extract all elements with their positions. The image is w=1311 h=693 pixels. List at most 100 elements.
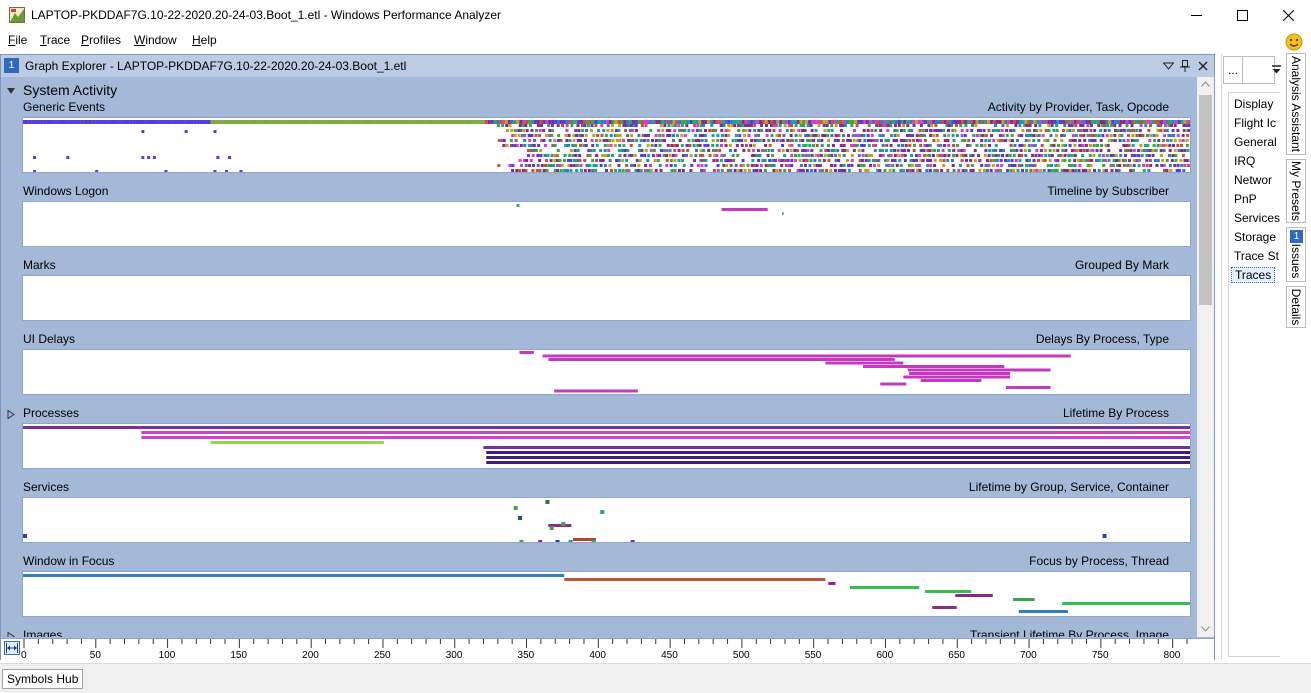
menu-help[interactable]: Help <box>192 33 217 47</box>
generic-event-mark <box>564 134 568 137</box>
more-options-button[interactable]: ... <box>1223 56 1243 84</box>
tab-details[interactable]: Details <box>1286 286 1306 328</box>
graph-preset-windows-logon[interactable]: Timeline by Subscriber <box>1047 184 1169 198</box>
generic-event-mark <box>599 149 603 152</box>
preset-item[interactable]: General <box>1234 135 1277 149</box>
generic-event-mark <box>883 120 887 124</box>
generic-event-mark <box>862 129 866 132</box>
graph-preset-window-in-focus[interactable]: Focus by Process, Thread <box>1029 554 1169 568</box>
generic-event-mark <box>1014 159 1018 162</box>
preset-item[interactable]: IRQ <box>1234 154 1255 168</box>
generic-event-mark <box>1109 134 1113 137</box>
minimize-button[interactable] <box>1173 0 1219 30</box>
preset-item-selected[interactable]: Traces <box>1231 267 1276 283</box>
graph-preset-processes[interactable]: Lifetime By Process <box>1063 406 1169 420</box>
generic-event-mark <box>960 134 964 137</box>
pin-button[interactable] <box>1178 59 1192 73</box>
generic-event-mark <box>606 129 610 132</box>
generic-event-mark <box>607 154 611 157</box>
graph-preset-images[interactable]: Transient Lifetime By Process, Image <box>970 628 1169 637</box>
close-button[interactable] <box>1265 0 1311 30</box>
generic-event-mark <box>830 129 834 132</box>
graph-preset-services[interactable]: Lifetime by Group, Service, Container <box>969 480 1169 494</box>
generic-event-mark <box>756 120 760 124</box>
generic-event-mark <box>724 164 728 167</box>
system-activity-header[interactable]: System Activity <box>1 82 1197 100</box>
scroll-down-icon[interactable] <box>1201 626 1210 632</box>
preset-item[interactable]: Storage <box>1234 230 1276 244</box>
panel-dropdown-button[interactable] <box>1161 59 1175 73</box>
tab-issues[interactable]: 1 Issues <box>1286 227 1306 282</box>
zoom-to-fit-button[interactable] <box>4 641 20 655</box>
generic-event-mark <box>277 120 281 124</box>
scrollbar-thumb[interactable] <box>1199 95 1212 305</box>
generic-event-mark <box>783 169 787 172</box>
generic-event-mark <box>540 124 544 127</box>
graph-windows-logon[interactable] <box>22 201 1191 247</box>
graph-title-images[interactable]: Images <box>23 628 62 637</box>
preset-item[interactable]: Display <box>1234 97 1273 111</box>
graph-title-ui-delays[interactable]: UI Delays <box>23 332 75 346</box>
preset-item[interactable]: Trace St <box>1234 249 1279 263</box>
graph-title-marks[interactable]: Marks <box>23 258 56 272</box>
graph-window-in-focus[interactable] <box>22 571 1191 617</box>
graph-preset-marks[interactable]: Grouped By Mark <box>1075 258 1169 272</box>
graph-preset-generic-events[interactable]: Activity by Provider, Task, Opcode <box>988 100 1169 114</box>
generic-event-mark <box>914 154 918 157</box>
generic-event-mark <box>744 129 748 132</box>
graph-explorer-scrollbar[interactable] <box>1197 77 1214 637</box>
menu-window[interactable]: Window <box>134 33 177 47</box>
panel-menu-icon[interactable] <box>1272 65 1281 74</box>
generic-event-mark <box>663 139 667 142</box>
generic-event-mark <box>758 154 762 157</box>
graph-services[interactable] <box>22 497 1191 543</box>
generic-event-mark <box>857 149 861 152</box>
generic-event-mark <box>352 120 356 124</box>
generic-event-mark <box>1107 139 1111 142</box>
tab-my-presets[interactable]: My Presets <box>1286 159 1306 223</box>
preset-item[interactable]: Services <box>1234 211 1280 225</box>
generic-event-mark <box>700 169 704 172</box>
generic-event-mark <box>747 120 751 124</box>
generic-event-mark <box>126 120 130 124</box>
generic-event-mark <box>1068 129 1072 132</box>
generic-event-mark <box>980 164 984 167</box>
generic-event-mark <box>942 159 946 162</box>
collapse-icon[interactable] <box>7 87 15 95</box>
menu-trace[interactable]: Trace <box>40 33 70 47</box>
time-axis[interactable]: 0 50 100 150 200 250 300 350 400 450 500 550 600 650 7… <box>1 638 1214 661</box>
graph-title-windows-logon[interactable]: Windows Logon <box>23 184 108 198</box>
generic-event-mark <box>704 120 708 124</box>
graph-title-window-in-focus[interactable]: Window in Focus <box>23 554 114 568</box>
preset-item[interactable]: Flight Ic <box>1234 116 1276 130</box>
graph-ui-delays[interactable] <box>22 349 1191 395</box>
graph-generic-events[interactable] <box>22 117 1191 173</box>
generic-event-mark <box>783 159 787 162</box>
symbols-hub-button[interactable]: Symbols Hub <box>2 669 84 689</box>
graph-processes[interactable] <box>22 423 1191 469</box>
generic-event-mark <box>764 120 768 124</box>
scroll-up-icon[interactable] <box>1201 81 1210 87</box>
graph-title-services[interactable]: Services <box>23 480 69 494</box>
menu-profiles[interactable]: Profiles <box>81 33 121 47</box>
generic-event-mark <box>818 169 822 172</box>
graph-title-generic-events[interactable]: Generic Events <box>23 100 105 114</box>
generic-event-mark <box>584 139 588 142</box>
menu-file[interactable]: File <box>8 33 27 47</box>
feedback-smiley-icon[interactable] <box>1285 33 1303 51</box>
generic-event-mark <box>685 144 689 147</box>
generic-event-mark <box>659 124 663 127</box>
generic-event-mark <box>601 159 605 162</box>
tab-analysis-assistant[interactable]: Analysis Assistant <box>1286 53 1306 155</box>
blank-toolbar-button[interactable] <box>1242 56 1275 84</box>
graph-preset-ui-delays[interactable]: Delays By Process, Type <box>1036 332 1169 346</box>
preset-item[interactable]: PnP <box>1234 192 1257 206</box>
graph-marks[interactable] <box>22 275 1191 321</box>
panel-close-button[interactable] <box>1196 59 1210 73</box>
generic-event-mark <box>242 120 246 124</box>
preset-item[interactable]: Networ <box>1234 173 1272 187</box>
maximize-button[interactable] <box>1219 0 1265 30</box>
expand-icon[interactable] <box>7 632 15 637</box>
expand-icon[interactable] <box>7 410 15 419</box>
graph-title-processes[interactable]: Processes <box>23 406 79 420</box>
